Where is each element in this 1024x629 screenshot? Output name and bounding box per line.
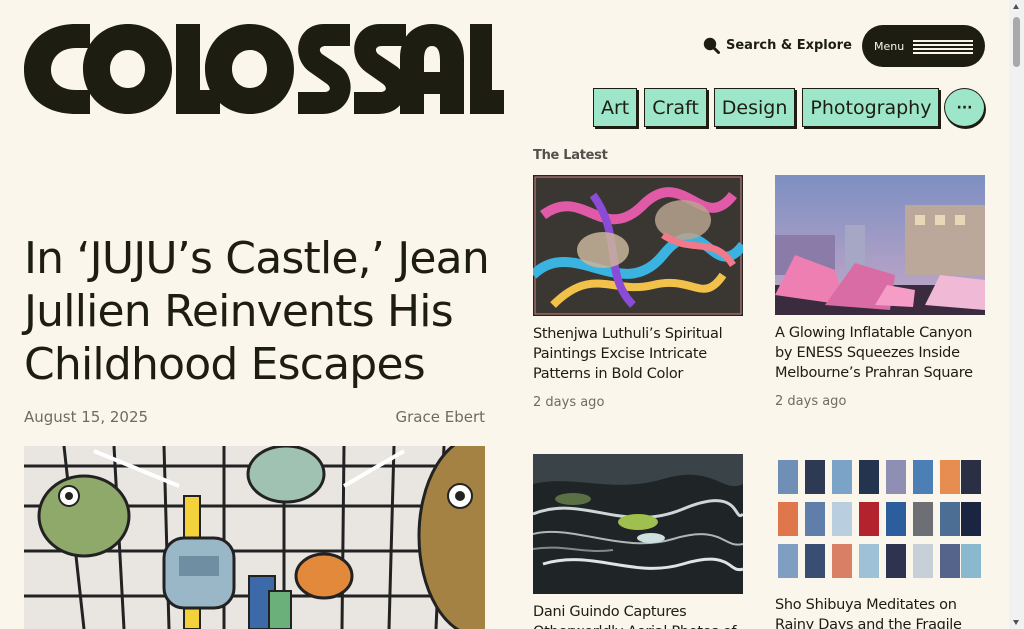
article-date-luthuli: 2 days ago [533,395,605,410]
search-explore-link[interactable]: Search & Explore [702,36,852,54]
menu-label: Menu [874,39,905,53]
latest-section-label: The Latest [533,148,608,163]
scroll-down-icon[interactable] [1013,620,1019,625]
category-design[interactable]: Design [713,88,796,127]
article-title-shibuya[interactable]: Sho Shibuya Meditates on Rainy Days and … [775,595,987,629]
page-scrollbar[interactable] [1009,0,1024,629]
article-thumbnail-eness[interactable] [775,175,985,315]
article-title-guindo[interactable]: Dani Guindo Captures Otherworldly Aerial… [533,602,745,629]
feature-author[interactable]: Grace Ebert [395,408,485,426]
scrollbar-thumb[interactable] [1013,17,1020,67]
article-thumbnail-luthuli[interactable] [533,175,743,316]
feature-image[interactable] [24,446,485,629]
article-thumbnail-shibuya[interactable] [775,454,985,587]
feature-title[interactable]: In ‘JUJU’s Castle,’ Jean Jullien Reinven… [24,232,504,391]
article-thumbnail-guindo[interactable] [533,454,743,594]
category-nav: Art Craft Design Photography [593,88,940,127]
article-date-eness: 2 days ago [775,394,847,409]
category-photography[interactable]: Photography [802,88,940,127]
article-title-luthuli[interactable]: Sthenjwa Luthuli’s Spiritual Paintings E… [533,324,745,384]
scroll-up-icon[interactable] [1013,4,1019,9]
search-icon [703,37,720,54]
category-craft[interactable]: Craft [644,88,707,127]
search-label: Search & Explore [726,37,852,53]
hamburger-icon [913,40,973,54]
category-art[interactable]: Art [593,88,638,127]
more-categories-button[interactable]: ··· [944,88,985,127]
menu-button[interactable]: Menu [862,25,985,67]
article-title-eness[interactable]: A Glowing Inflatable Canyon by ENESS Squ… [775,323,987,383]
colossal-logo[interactable] [24,18,504,118]
feature-date: August 15, 2025 [24,408,149,426]
